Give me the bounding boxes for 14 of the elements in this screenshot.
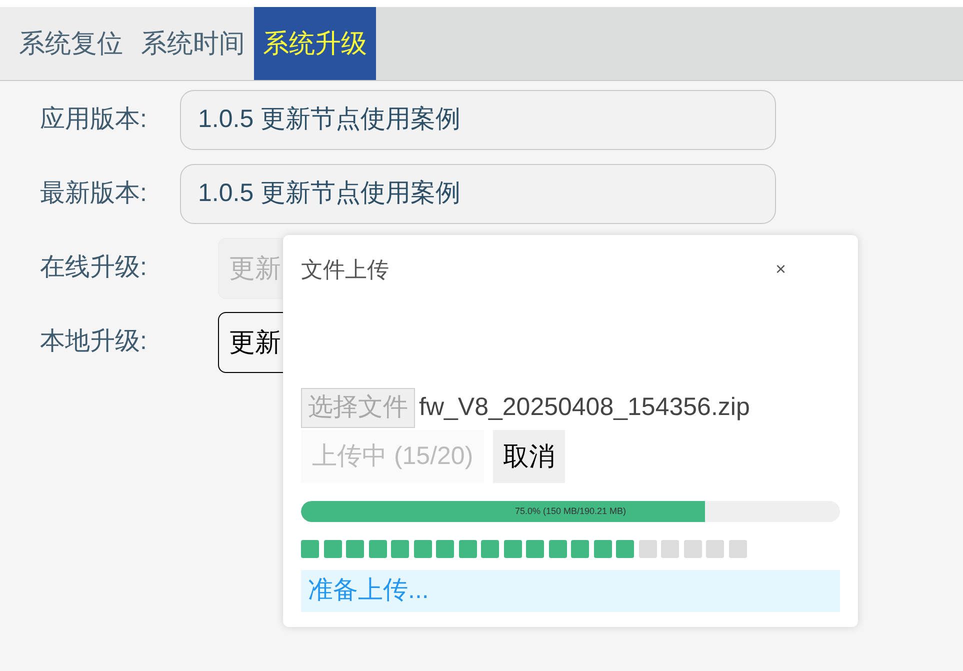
progress-reading: 75.0% (150 MB/190.21 MB) bbox=[514, 504, 628, 518]
file-name: fw_V8_20250408_154356.zip bbox=[419, 392, 750, 424]
tab[interactable]: 系统复位 bbox=[10, 7, 132, 80]
upgrade-label: 本地升级: bbox=[40, 326, 148, 358]
field-label: 最新版本: bbox=[40, 178, 148, 210]
close-button[interactable]: × bbox=[775, 256, 786, 283]
tab[interactable]: 系统时间 bbox=[132, 7, 254, 80]
version-field[interactable]: 1.0.5 更新节点使用案例 bbox=[180, 90, 776, 150]
upgrade-label: 在线升级: bbox=[40, 252, 148, 284]
cancel-button[interactable]: 取消 bbox=[493, 430, 566, 483]
field-label: 应用版本: bbox=[40, 104, 148, 136]
version-field[interactable]: 1.0.5 更新节点使用案例 bbox=[180, 164, 776, 224]
tab[interactable]: 系统升级 bbox=[254, 7, 376, 80]
status-message: 准备上传... bbox=[301, 570, 840, 612]
